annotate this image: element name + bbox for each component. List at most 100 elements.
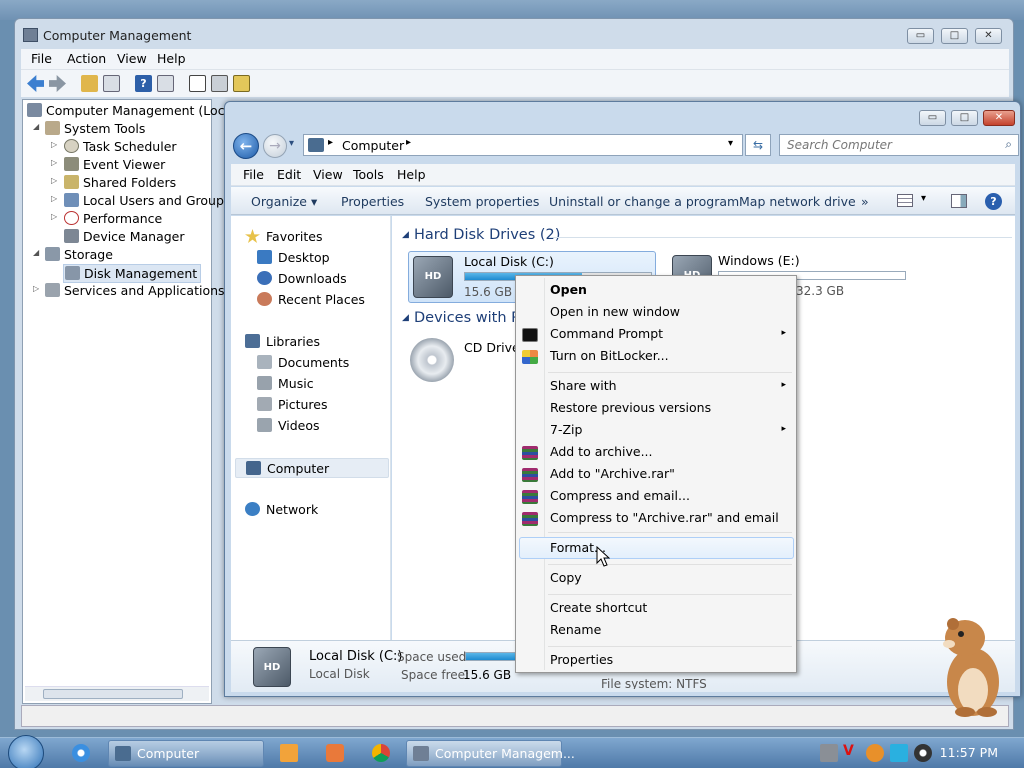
menu-tools[interactable]: Tools — [353, 167, 384, 182]
show-hide-tree-icon[interactable] — [103, 75, 120, 92]
tree-item-disk-management[interactable]: Disk Management — [63, 264, 202, 283]
nav-music[interactable]: Music — [257, 376, 314, 391]
menu-help[interactable]: Help — [157, 51, 186, 66]
collapse-group-icon[interactable]: ◢ — [402, 230, 409, 240]
group-hard-disk-drives[interactable]: Hard Disk Drives (2) — [414, 227, 560, 243]
action-pane-icon[interactable] — [157, 75, 174, 92]
nav-documents[interactable]: Documents — [257, 355, 349, 370]
taskbar-button-computer[interactable]: Computer — [108, 740, 264, 767]
nav-computer[interactable]: Computer — [235, 458, 389, 478]
back-arrow-icon[interactable] — [27, 75, 44, 92]
menu-item-7zip[interactable]: 7-Zip — [550, 422, 582, 437]
nav-downloads[interactable]: Downloads — [257, 271, 347, 286]
menu-item-rename[interactable]: Rename — [550, 622, 601, 637]
system-properties-button[interactable]: System properties — [425, 194, 539, 209]
menu-item-open-new-window[interactable]: Open in new window — [550, 304, 680, 319]
tree-item-task-scheduler[interactable]: Task Scheduler — [64, 139, 177, 154]
preview-pane-icon[interactable] — [951, 194, 967, 208]
breadcrumb-separator[interactable]: ▸ — [406, 137, 411, 148]
breadcrumb-separator[interactable]: ▸ — [328, 137, 333, 148]
explorer-maximize-button[interactable]: □ — [951, 110, 978, 126]
explorer-close-button[interactable]: ✕ — [983, 110, 1015, 126]
menu-file[interactable]: File — [31, 51, 52, 66]
help-icon[interactable]: ? — [985, 193, 1002, 210]
collapse-group-icon[interactable]: ◢ — [402, 313, 409, 323]
minimize-button[interactable]: ▭ — [907, 28, 934, 44]
menu-item-restore-versions[interactable]: Restore previous versions — [550, 400, 711, 415]
nav-recent-places[interactable]: Recent Places — [257, 292, 365, 307]
help-icon[interactable]: ? — [135, 75, 152, 92]
expand-arrow-icon[interactable]: ◢ — [33, 122, 39, 131]
properties-icon[interactable] — [211, 75, 228, 92]
back-button[interactable]: ← — [233, 133, 259, 159]
menu-edit[interactable]: Edit — [277, 167, 301, 182]
tree-item-device-manager[interactable]: Device Manager — [64, 229, 185, 244]
menu-action[interactable]: Action — [67, 51, 106, 66]
internet-explorer-icon[interactable] — [72, 744, 90, 762]
group-removable-storage[interactable]: Devices with Re — [414, 310, 529, 326]
monitor-icon[interactable] — [890, 744, 908, 762]
map-network-drive-button[interactable]: Map network drive — [739, 194, 856, 209]
refresh-icon[interactable] — [189, 75, 206, 92]
tree-item-system-tools[interactable]: System Tools — [45, 121, 145, 136]
menu-item-command-prompt[interactable]: Command Prompt — [550, 326, 663, 341]
change-view-icon[interactable] — [897, 194, 913, 207]
close-button[interactable]: ✕ — [975, 28, 1002, 44]
nav-videos[interactable]: Videos — [257, 418, 320, 433]
menu-help[interactable]: Help — [397, 167, 426, 182]
chrome-icon[interactable] — [372, 744, 390, 762]
up-folder-icon[interactable] — [81, 75, 98, 92]
menu-item-compress-email[interactable]: Compress and email... — [550, 488, 690, 503]
menu-item-open[interactable]: Open — [550, 282, 587, 297]
menu-item-share-with[interactable]: Share with — [550, 378, 617, 393]
forward-button[interactable]: → — [263, 134, 287, 158]
menu-view[interactable]: View — [313, 167, 343, 182]
nav-desktop[interactable]: Desktop — [257, 250, 330, 265]
breadcrumb-computer[interactable]: Computer — [342, 138, 404, 153]
menu-item-properties[interactable]: Properties — [550, 652, 613, 667]
menu-file[interactable]: File — [243, 167, 264, 182]
menu-item-copy[interactable]: Copy — [550, 570, 582, 585]
nav-network[interactable]: Network — [245, 502, 318, 517]
expand-arrow-icon[interactable]: ▷ — [51, 212, 57, 221]
search-tray-icon[interactable] — [866, 744, 884, 762]
record-icon[interactable] — [914, 744, 932, 762]
tree-item-services-applications[interactable]: Services and Applications — [45, 283, 225, 298]
refresh-button[interactable]: ⇆ — [745, 134, 771, 156]
forward-arrow-icon[interactable] — [49, 75, 66, 92]
menu-item-add-to-archive-rar[interactable]: Add to "Archive.rar" — [550, 466, 675, 481]
menu-view[interactable]: View — [117, 51, 147, 66]
address-dropdown-icon[interactable]: ▾ — [728, 138, 733, 149]
tree-item-performance[interactable]: Performance — [64, 211, 162, 226]
expand-arrow-icon[interactable]: ◢ — [33, 248, 39, 257]
horizontal-scrollbar[interactable] — [25, 686, 209, 701]
search-input[interactable]: Search Computer ⌕ — [779, 134, 1019, 156]
explorer-minimize-button[interactable]: ▭ — [919, 110, 946, 126]
tree-item-event-viewer[interactable]: Event Viewer — [64, 157, 165, 172]
expand-arrow-icon[interactable]: ▷ — [51, 176, 57, 185]
taskbar-button-computer-management[interactable]: Computer Managem... — [406, 740, 575, 767]
nav-favorites[interactable]: Favorites — [245, 229, 322, 244]
tree-item-shared-folders[interactable]: Shared Folders — [64, 175, 176, 190]
expand-arrow-icon[interactable]: ▷ — [33, 284, 39, 293]
menu-item-create-shortcut[interactable]: Create shortcut — [550, 600, 647, 615]
properties-button[interactable]: Properties — [341, 194, 404, 209]
expand-arrow-icon[interactable]: ▷ — [51, 158, 57, 167]
maximize-button[interactable]: □ — [941, 28, 968, 44]
search-icon[interactable]: ⌕ — [1005, 137, 1012, 152]
view-dropdown-icon[interactable]: ▾ — [921, 193, 926, 204]
media-player-icon[interactable] — [280, 744, 298, 762]
uninstall-program-button[interactable]: Uninstall or change a program — [549, 194, 739, 209]
export-list-icon[interactable] — [233, 75, 250, 92]
scrollbar-thumb[interactable] — [43, 689, 183, 699]
tree-item-storage[interactable]: Storage — [45, 247, 113, 262]
recent-pages-dropdown[interactable]: ▾ — [289, 138, 294, 149]
menu-item-compress-rar-email[interactable]: Compress to "Archive.rar" and email — [550, 510, 779, 525]
antivirus-icon[interactable]: V — [843, 743, 861, 761]
organize-button[interactable]: Organize ▾ — [251, 194, 317, 209]
expand-arrow-icon[interactable]: ▷ — [51, 194, 57, 203]
more-commands-button[interactable]: » — [861, 194, 869, 209]
expand-arrow-icon[interactable]: ▷ — [51, 140, 57, 149]
nav-libraries[interactable]: Libraries — [245, 334, 320, 349]
nav-pictures[interactable]: Pictures — [257, 397, 328, 412]
